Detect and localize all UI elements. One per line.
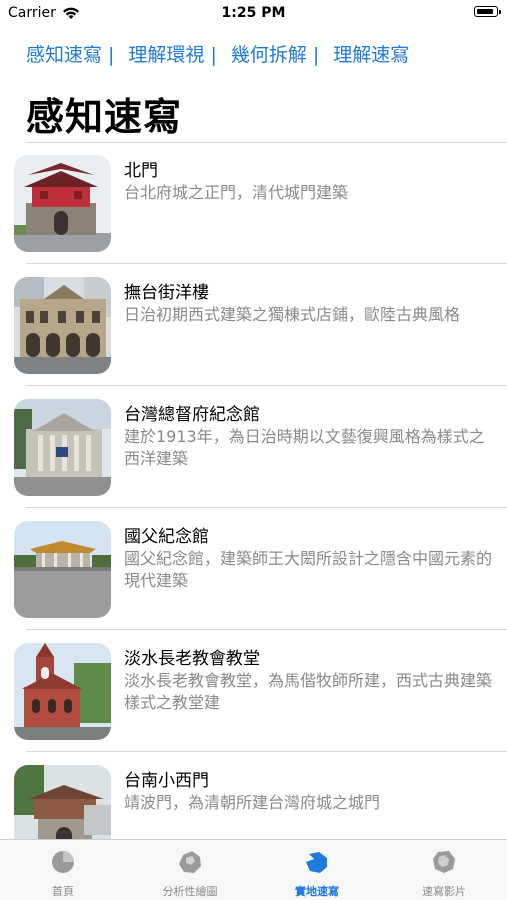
tab-field-sketch[interactable]: 實地速寫 (254, 840, 380, 900)
link-understanding-sketch[interactable]: 理解速寫 (333, 44, 409, 66)
governor-memorial-hall-thumbnail (14, 399, 111, 496)
sun-yat-sen-memorial-thumbnail (14, 521, 111, 618)
tab-analysis-drawing[interactable]: 分析性繪圖 (127, 840, 253, 900)
item-title: 淡水長老教會教堂 (124, 649, 260, 669)
tainan-west-gate-thumbnail (14, 765, 111, 840)
sketch-list: 北門 台北府城之正門，清代城門建築 撫台街洋樓 日治初期西式建築之獨棟式店鋪，歐… (0, 142, 507, 840)
status-time: 1:25 PM (221, 5, 286, 21)
list-item[interactable]: 國父紀念館 國父紀念館，建築師王大閎所設計之隱含中國元素的現代建築 (0, 508, 507, 630)
list-item[interactable]: 撫台街洋樓 日治初期西式建築之獨棟式店鋪，歐陸古典風格 (0, 264, 507, 386)
list-item[interactable]: 淡水長老教會教堂 淡水長老教會教堂，為馬偕牧師所建，西式古典建築樣式之教堂建 (0, 630, 507, 752)
item-title: 台南小西門 (124, 771, 209, 791)
top-link-bar: 感知速寫 | 理解環視 | 幾何拆解 | 理解速寫 (26, 40, 409, 67)
item-description: 建於1913年，為日治時期以文藝復興風格為樣式之西洋建築 (124, 427, 485, 468)
item-title: 台灣總督府紀念館 (124, 405, 260, 425)
tab-bar: 首頁 分析性繪圖 實地速寫 速寫影片 (0, 839, 507, 900)
link-separator: | (312, 44, 320, 66)
item-description: 靖波門，為清朝所建台灣府城之城門 (124, 793, 381, 812)
link-perception-sketch[interactable]: 感知速寫 (26, 44, 102, 66)
item-title: 撫台街洋樓 (124, 283, 209, 303)
tab-home[interactable]: 首頁 (0, 840, 126, 900)
north-gate-thumbnail (14, 155, 111, 252)
tab-label: 首頁 (52, 885, 74, 898)
item-title: 北門 (124, 161, 158, 181)
link-separator: | (210, 44, 217, 66)
futai-street-mansion-thumbnail (14, 277, 111, 374)
list-item[interactable]: 台南小西門 靖波門，為清朝所建台灣府城之城門 (0, 752, 507, 840)
item-description: 日治初期西式建築之獨棟式店鋪，歐陸古典風格 (124, 305, 461, 324)
tab-label: 分析性繪圖 (162, 885, 218, 898)
link-separator: | (108, 44, 115, 66)
item-description: 淡水長老教會教堂，為馬偕牧師所建，西式古典建築樣式之教堂建 (124, 671, 493, 712)
tamsui-church-thumbnail (14, 643, 111, 740)
home-icon (51, 850, 75, 874)
sketch-video-icon (432, 850, 456, 874)
status-bar: Carrier 1:25 PM (0, 0, 507, 28)
tab-label: 實地速寫 (295, 885, 339, 898)
page-title: 感知速寫 (26, 95, 183, 139)
link-geometry-breakdown[interactable]: 幾何拆解 (231, 44, 307, 66)
item-description: 台北府城之正門，清代城門建築 (124, 183, 349, 202)
tab-label: 速寫影片 (422, 885, 466, 898)
tab-sketch-video[interactable]: 速寫影片 (381, 840, 507, 900)
field-sketch-icon (305, 850, 329, 874)
item-description: 國父紀念館，建築師王大閎所設計之隱含中國元素的現代建築 (124, 549, 493, 590)
analysis-drawing-icon (178, 850, 202, 874)
list-item[interactable]: 北門 台北府城之正門，清代城門建築 (0, 142, 507, 264)
link-understanding-surround[interactable]: 理解環視 (128, 44, 204, 66)
list-item[interactable]: 台灣總督府紀念館 建於1913年，為日治時期以文藝復興風格為樣式之西洋建築 (0, 386, 507, 508)
item-title: 國父紀念館 (124, 527, 209, 547)
battery-icon (474, 6, 501, 17)
